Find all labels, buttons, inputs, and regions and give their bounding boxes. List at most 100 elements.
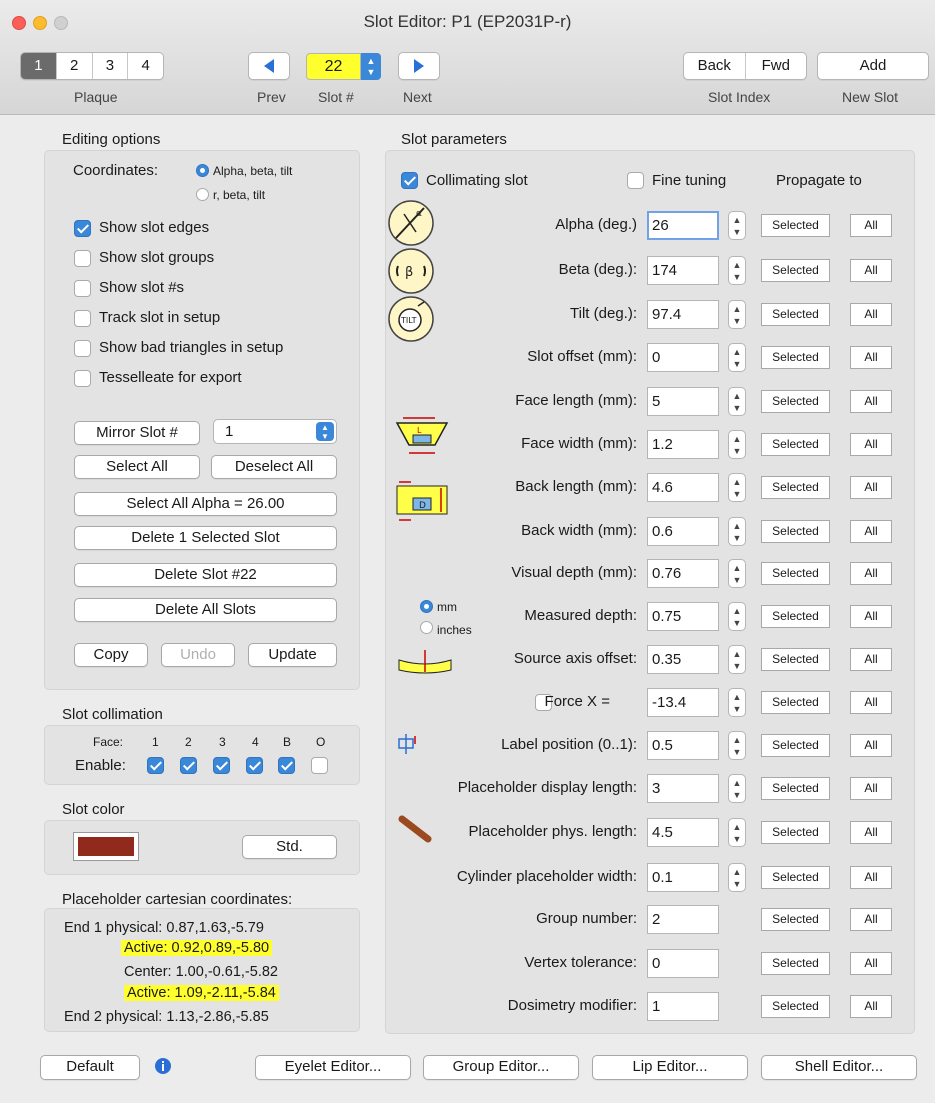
show-bad-triangles-checkbox[interactable]	[74, 340, 91, 357]
enable-face-4-checkbox[interactable]	[246, 757, 263, 774]
slot-color-well[interactable]	[73, 832, 139, 861]
coord-radio-r[interactable]	[196, 188, 209, 201]
propagate-all-button[interactable]: All	[850, 777, 892, 800]
unit-inches-radio[interactable]	[420, 621, 433, 634]
plaque-tab-2[interactable]: 2	[57, 53, 93, 79]
param-stepper[interactable]: ▲ ▼	[728, 256, 746, 285]
std-color-button[interactable]: Std.	[242, 835, 337, 859]
propagate-selected-button[interactable]: Selected	[761, 648, 830, 671]
back-button[interactable]: Back	[684, 53, 746, 79]
param-value-field[interactable]: 26	[647, 211, 719, 240]
propagate-selected-button[interactable]: Selected	[761, 214, 830, 237]
param-value-field[interactable]: 0.35	[647, 645, 719, 674]
propagate-all-button[interactable]: All	[850, 303, 892, 326]
propagate-selected-button[interactable]: Selected	[761, 433, 830, 456]
param-stepper[interactable]: ▲ ▼	[728, 602, 746, 631]
propagate-selected-button[interactable]: Selected	[761, 476, 830, 499]
default-button[interactable]: Default	[40, 1055, 140, 1080]
param-value-field[interactable]: 5	[647, 387, 719, 416]
param-stepper[interactable]: ▲ ▼	[728, 559, 746, 588]
group-editor-button[interactable]: Group Editor...	[423, 1055, 579, 1080]
prev-button[interactable]	[248, 52, 290, 80]
param-value-field[interactable]: 4.5	[647, 818, 719, 847]
param-value-field[interactable]: 0	[647, 949, 719, 978]
propagate-all-button[interactable]: All	[850, 562, 892, 585]
propagate-all-button[interactable]: All	[850, 908, 892, 931]
collimating-slot-checkbox[interactable]	[401, 172, 418, 189]
param-value-field[interactable]: 0.1	[647, 863, 719, 892]
param-value-field[interactable]: 97.4	[647, 300, 719, 329]
plaque-tab-3[interactable]: 3	[93, 53, 129, 79]
enable-face-b-checkbox[interactable]	[278, 757, 295, 774]
slot-number-stepper[interactable]: ▲ ▼	[361, 53, 381, 80]
coord-radio-alpha[interactable]	[196, 164, 209, 177]
tesselleate-checkbox[interactable]	[74, 370, 91, 387]
param-value-field[interactable]: 0.6	[647, 517, 719, 546]
deselect-all-button[interactable]: Deselect All	[211, 455, 337, 479]
track-slot-checkbox[interactable]	[74, 310, 91, 327]
propagate-selected-button[interactable]: Selected	[761, 777, 830, 800]
plaque-segmented-control[interactable]: 1 2 3 4	[20, 52, 164, 80]
propagate-all-button[interactable]: All	[850, 433, 892, 456]
select-all-alpha-button[interactable]: Select All Alpha = 26.00	[74, 492, 337, 516]
param-stepper[interactable]: ▲ ▼	[728, 211, 746, 240]
eyelet-editor-button[interactable]: Eyelet Editor...	[255, 1055, 411, 1080]
param-stepper[interactable]: ▲ ▼	[728, 863, 746, 892]
mirror-slot-button[interactable]: Mirror Slot #	[74, 421, 200, 445]
param-stepper[interactable]: ▲ ▼	[728, 645, 746, 674]
param-stepper[interactable]: ▲ ▼	[728, 343, 746, 372]
param-value-field[interactable]: 0.76	[647, 559, 719, 588]
propagate-all-button[interactable]: All	[850, 734, 892, 757]
param-value-field[interactable]: 174	[647, 256, 719, 285]
propagate-all-button[interactable]: All	[850, 648, 892, 671]
propagate-selected-button[interactable]: Selected	[761, 259, 830, 282]
propagate-all-button[interactable]: All	[850, 605, 892, 628]
propagate-all-button[interactable]: All	[850, 821, 892, 844]
add-label[interactable]: Add	[818, 53, 928, 79]
undo-button[interactable]: Undo	[161, 643, 235, 667]
param-value-field[interactable]: 1	[647, 992, 719, 1021]
copy-button[interactable]: Copy	[74, 643, 148, 667]
fine-tuning-checkbox[interactable]	[627, 172, 644, 189]
propagate-selected-button[interactable]: Selected	[761, 995, 830, 1018]
propagate-selected-button[interactable]: Selected	[761, 821, 830, 844]
param-value-field[interactable]: 2	[647, 905, 719, 934]
delete-all-slots-button[interactable]: Delete All Slots	[74, 598, 337, 622]
propagate-all-button[interactable]: All	[850, 691, 892, 714]
select-all-button[interactable]: Select All	[74, 455, 200, 479]
delete-selected-button[interactable]: Delete 1 Selected Slot	[74, 526, 337, 550]
propagate-selected-button[interactable]: Selected	[761, 734, 830, 757]
param-value-field[interactable]: 1.2	[647, 430, 719, 459]
enable-face-2-checkbox[interactable]	[180, 757, 197, 774]
param-value-field[interactable]: 0.75	[647, 602, 719, 631]
shell-editor-button[interactable]: Shell Editor...	[761, 1055, 917, 1080]
propagate-all-button[interactable]: All	[850, 995, 892, 1018]
fwd-button[interactable]: Fwd	[746, 53, 807, 79]
propagate-selected-button[interactable]: Selected	[761, 520, 830, 543]
propagate-selected-button[interactable]: Selected	[761, 866, 830, 889]
param-stepper[interactable]: ▲ ▼	[728, 818, 746, 847]
propagate-all-button[interactable]: All	[850, 520, 892, 543]
propagate-selected-button[interactable]: Selected	[761, 562, 830, 585]
enable-face-o-checkbox[interactable]	[311, 757, 328, 774]
delete-slot-button[interactable]: Delete Slot #22	[74, 563, 337, 587]
param-stepper[interactable]: ▲ ▼	[728, 473, 746, 502]
propagate-all-button[interactable]: All	[850, 866, 892, 889]
next-button[interactable]	[398, 52, 440, 80]
propagate-all-button[interactable]: All	[850, 390, 892, 413]
update-button[interactable]: Update	[248, 643, 337, 667]
propagate-selected-button[interactable]: Selected	[761, 691, 830, 714]
add-slot-button[interactable]: Add	[817, 52, 929, 80]
propagate-all-button[interactable]: All	[850, 952, 892, 975]
propagate-all-button[interactable]: All	[850, 214, 892, 237]
propagate-selected-button[interactable]: Selected	[761, 346, 830, 369]
param-value-field[interactable]: 4.6	[647, 473, 719, 502]
unit-mm-radio[interactable]	[420, 600, 433, 613]
plaque-tab-1[interactable]: 1	[21, 53, 57, 79]
param-stepper[interactable]: ▲ ▼	[728, 688, 746, 717]
plaque-tab-4[interactable]: 4	[128, 53, 163, 79]
propagate-selected-button[interactable]: Selected	[761, 390, 830, 413]
param-value-field[interactable]: -13.4	[647, 688, 719, 717]
propagate-all-button[interactable]: All	[850, 346, 892, 369]
param-value-field[interactable]: 0	[647, 343, 719, 372]
